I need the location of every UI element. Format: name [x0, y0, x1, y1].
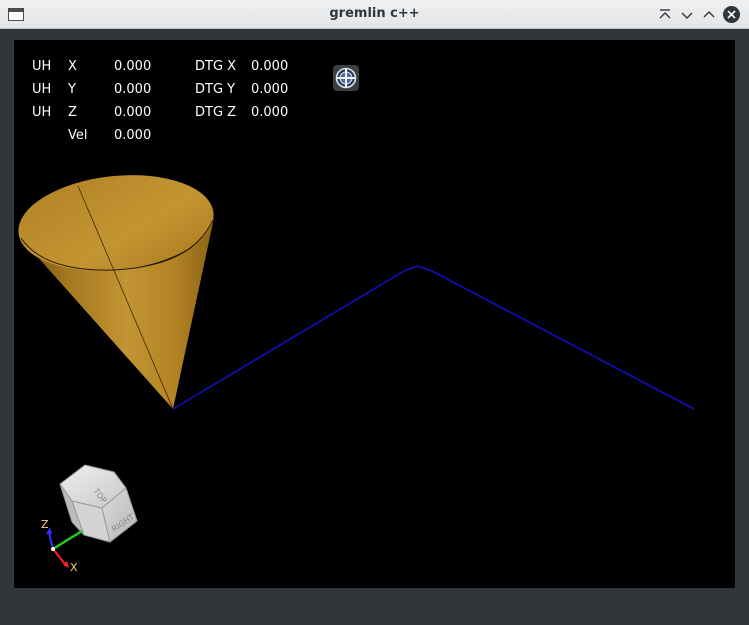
dro-y-prefix: UH [32, 82, 52, 97]
maximize-button[interactable] [700, 6, 718, 24]
dro-dtg-z-label: DTG Z [195, 105, 237, 120]
status-bar [6, 594, 743, 620]
dro-dtg-x-label: DTG X [195, 59, 237, 74]
keep-above-icon [659, 9, 671, 19]
dro-dtg-z-value: 0.000 [251, 105, 289, 120]
dro-y-value: 0.000 [114, 82, 152, 97]
close-icon [723, 6, 740, 23]
zoom-crosshair-icon [335, 67, 357, 89]
chevron-down-icon [681, 12, 693, 19]
zoom-fit-button[interactable] [333, 65, 359, 91]
dro-dtg-y-label: DTG Y [195, 82, 236, 97]
dro-dtg-x-value: 0.000 [251, 59, 289, 74]
dro-vel-value: 0.000 [114, 128, 152, 143]
dro-dtg-y-value: 0.000 [251, 82, 289, 97]
dro-readout: UH X 0.000 DTG X 0.000 UH Y 0.000 DTG Y … [14, 40, 735, 588]
minimize-button[interactable] [678, 6, 696, 24]
keep-above-button[interactable] [656, 6, 674, 24]
dro-z-axis: Z [68, 105, 77, 120]
gremlin-3d-view[interactable]: TOP RIGHT Z X UH X 0.000 DTG X 0.000 UH … [14, 40, 735, 588]
gremlin-window: gremlin c++ TOP RIGHT Z X UH X 0.000 DTG… [0, 0, 749, 625]
window-title: gremlin c++ [329, 6, 420, 21]
chevron-up-icon [703, 11, 715, 18]
close-button[interactable] [722, 5, 741, 24]
dro-vel-label: Vel [68, 128, 88, 143]
dro-z-value: 0.000 [114, 105, 152, 120]
dro-x-value: 0.000 [114, 59, 152, 74]
dro-x-axis: X [68, 59, 77, 74]
title-bar[interactable]: gremlin c++ [0, 0, 749, 29]
dro-z-prefix: UH [32, 105, 52, 120]
dro-x-prefix: UH [32, 59, 52, 74]
dro-y-axis: Y [68, 82, 76, 97]
